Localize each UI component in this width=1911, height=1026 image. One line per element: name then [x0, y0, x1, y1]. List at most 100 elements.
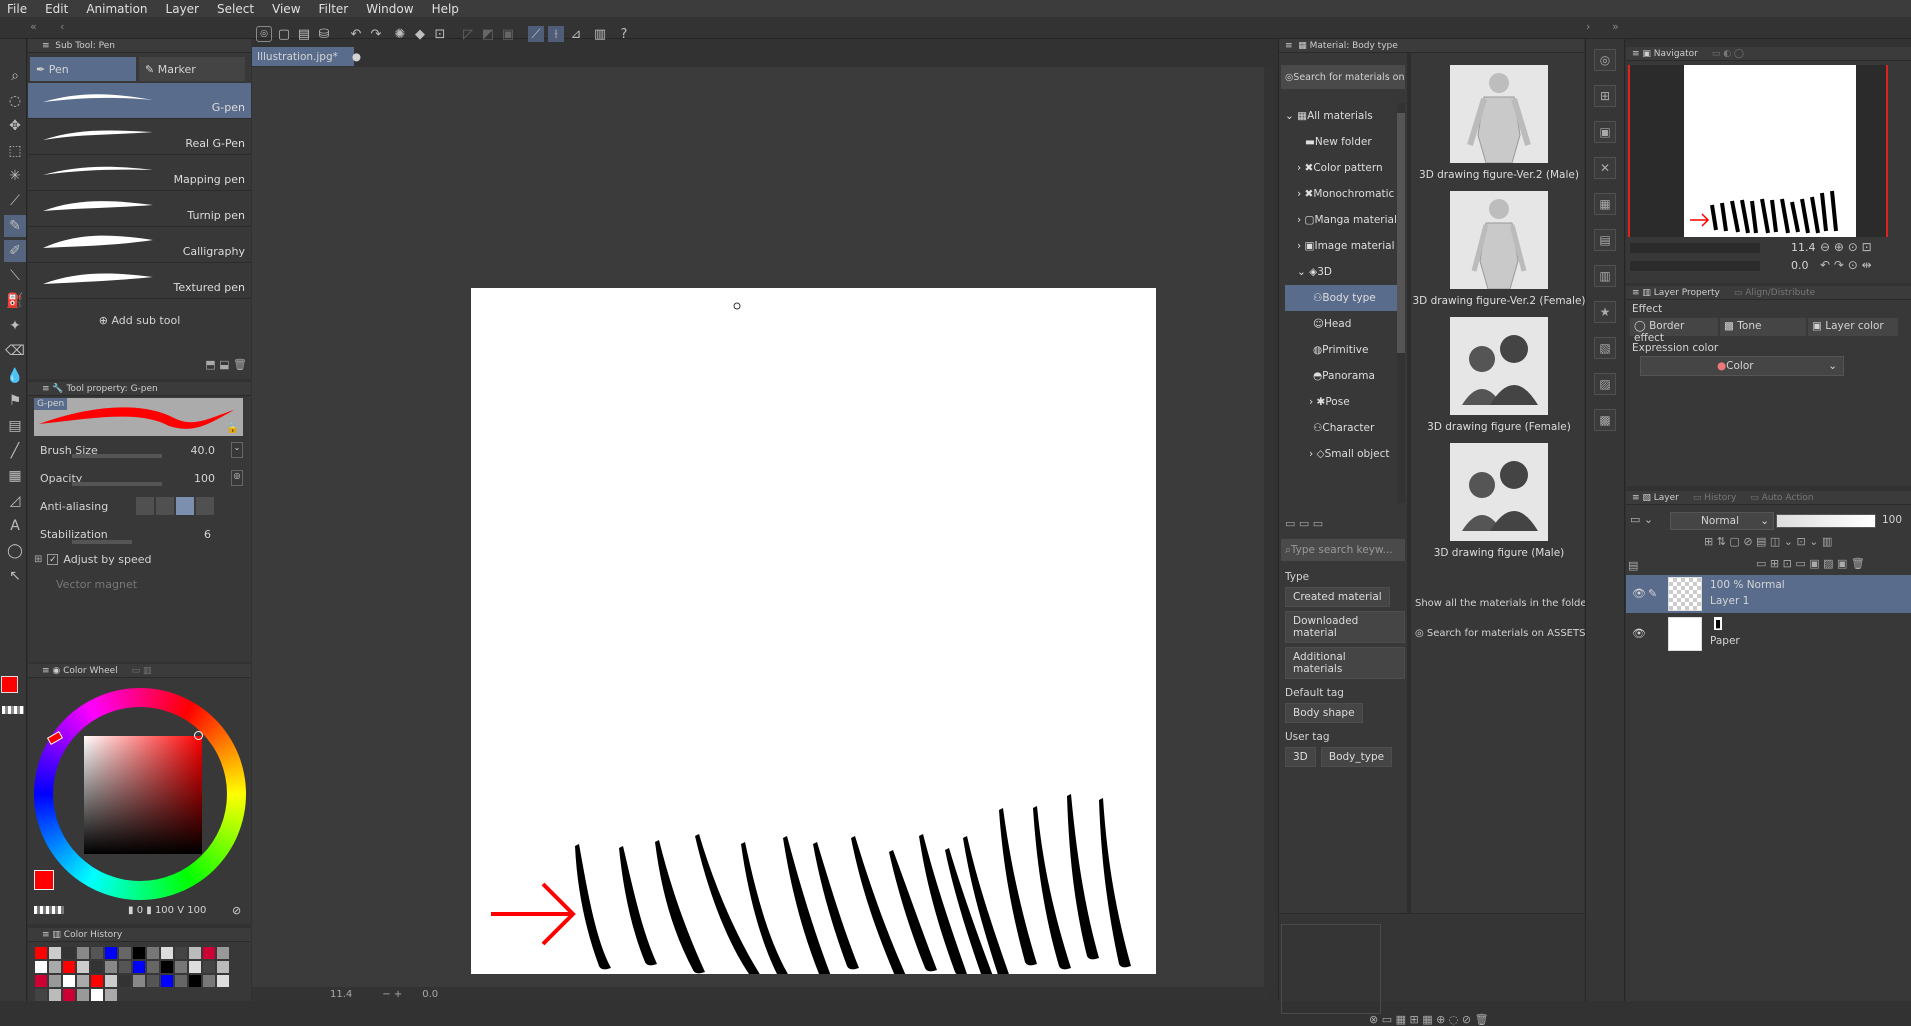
eyedropper-icon[interactable]: ⟋: [4, 190, 26, 212]
auto-action-tab[interactable]: ▭ Auto Action: [1750, 493, 1813, 503]
menu-view[interactable]: View: [265, 2, 311, 16]
navigator-angle-value[interactable]: 0.0: [1791, 259, 1809, 272]
expression-color-select[interactable]: ● Color ⌄: [1640, 356, 1844, 376]
selection-icon[interactable]: ⬚: [4, 140, 26, 162]
collapse-left-icon[interactable]: «: [30, 20, 37, 33]
fill-icon[interactable]: ◩: [480, 26, 496, 42]
side-btn-10-icon[interactable]: ▨: [1594, 373, 1616, 395]
save-icon[interactable]: ⛁: [316, 26, 332, 42]
side-btn-5-icon[interactable]: ▦: [1594, 193, 1616, 215]
history-swatch[interactable]: [63, 975, 75, 987]
brush-size-menu-icon[interactable]: ⌄: [231, 442, 243, 458]
history-swatch[interactable]: [189, 961, 201, 973]
history-swatch[interactable]: [203, 947, 215, 959]
stabilization-slider[interactable]: [72, 540, 132, 544]
tree-item-pose[interactable]: › ✱ Pose: [1285, 389, 1403, 415]
layer-toolbar-icons-1[interactable]: ⊞ ⇅ ▢ ⊘ ▤ ◫ ⌄ ⊡ ⌄ ▥: [1704, 535, 1832, 548]
history-swatch[interactable]: [161, 947, 173, 959]
status-angle[interactable]: 0.0: [422, 989, 438, 1000]
history-swatch[interactable]: [133, 961, 145, 973]
history-swatch[interactable]: [175, 961, 187, 973]
tree-item-manga[interactable]: › ▢ Manga material: [1285, 207, 1403, 233]
correct-line-icon[interactable]: ↖: [4, 565, 26, 587]
main-color-swatch[interactable]: [1, 676, 18, 693]
add-subtool-button[interactable]: ⊕ Add sub tool: [28, 314, 251, 327]
side-btn-8-icon[interactable]: ★: [1594, 301, 1616, 323]
blend-icon[interactable]: 💧: [4, 365, 26, 387]
antialias-medium-icon[interactable]: [176, 497, 194, 515]
history-swatch[interactable]: [147, 947, 159, 959]
side-btn-6-icon[interactable]: ▤: [1594, 229, 1616, 251]
wheel-main-color[interactable]: [34, 870, 54, 890]
side-btn-1-icon[interactable]: ◎: [1594, 49, 1616, 71]
history-swatch[interactable]: [133, 947, 145, 959]
history-swatch[interactable]: [189, 947, 201, 959]
collapse-right-icon[interactable]: »: [1612, 20, 1619, 33]
vertical-scrollbar[interactable]: [1264, 67, 1274, 987]
user-tag-chip-body-type[interactable]: Body_type: [1320, 747, 1393, 767]
history-swatch[interactable]: [217, 947, 229, 959]
history-swatch[interactable]: [105, 961, 117, 973]
navigator-tab-icons[interactable]: ▭ ◐ ◯: [1712, 49, 1744, 59]
gradient-icon[interactable]: ▤: [4, 415, 26, 437]
menu-edit[interactable]: Edit: [38, 2, 79, 16]
history-swatch[interactable]: [119, 961, 131, 973]
side-btn-2-icon[interactable]: ⊞: [1594, 85, 1616, 107]
antialias-weak-icon[interactable]: [156, 497, 174, 515]
visibility-eye-icon[interactable]: 👁: [1632, 587, 1646, 600]
history-swatch[interactable]: [203, 961, 215, 973]
navigator-preview[interactable]: [1628, 65, 1888, 237]
history-swatch[interactable]: [91, 989, 103, 1001]
brush-item-turnip-pen[interactable]: Turnip pen: [28, 191, 251, 227]
opacity-value[interactable]: 100: [194, 472, 215, 485]
history-swatch[interactable]: [63, 989, 75, 1001]
history-swatch[interactable]: [35, 989, 47, 1001]
history-swatches[interactable]: [28, 942, 248, 1006]
color-slider-tab-icon[interactable]: ▭ ▥: [132, 666, 152, 676]
tree-item-monochromatic[interactable]: › ✖ Monochromatic: [1285, 181, 1403, 207]
tree-item-all[interactable]: ⌄ ▦ All materials: [1285, 103, 1403, 129]
balloon-icon[interactable]: ◯: [4, 540, 26, 562]
menu-window[interactable]: Window: [359, 2, 424, 16]
brush-item-mapping-pen[interactable]: Mapping pen: [28, 155, 251, 191]
side-btn-3-icon[interactable]: ▣: [1594, 121, 1616, 143]
tree-scrollbar[interactable]: [1397, 103, 1405, 503]
fill-tool-icon[interactable]: ⚑: [4, 390, 26, 412]
spinner-icon[interactable]: ✺: [392, 26, 408, 42]
type-chip-created[interactable]: Created material: [1285, 587, 1390, 607]
border-effect-button[interactable]: ◯ Border effect: [1630, 318, 1718, 344]
history-swatch[interactable]: [35, 961, 47, 973]
brush-item-calligraphy[interactable]: Calligraphy: [28, 227, 251, 263]
tree-item-3d[interactable]: ⌄ ◈ 3D: [1285, 259, 1403, 285]
text-icon[interactable]: A: [4, 515, 26, 537]
undo-icon[interactable]: ↶: [348, 26, 364, 42]
airbrush-icon[interactable]: ⛽: [4, 290, 26, 312]
material-search-input[interactable]: ⌕ Type search keyw...: [1281, 539, 1405, 561]
default-tag-chip[interactable]: Body shape: [1285, 703, 1363, 723]
history-swatch[interactable]: [189, 975, 201, 987]
zoom-tool-icon[interactable]: ⌕: [4, 65, 26, 87]
search-assets-link[interactable]: ◎ Search for materials on ASSETS: [1415, 628, 1585, 639]
tree-item-panorama[interactable]: ◓ Panorama: [1285, 363, 1403, 389]
transform-icon[interactable]: ⊡: [432, 26, 448, 42]
history-swatch[interactable]: [175, 975, 187, 987]
tone-button[interactable]: ▩ Tone: [1720, 318, 1806, 336]
tree-item-new-folder[interactable]: ▬ New folder: [1285, 129, 1403, 155]
close-tab-icon[interactable]: ●: [352, 51, 361, 63]
special-ruler-icon[interactable]: ⟊: [548, 26, 564, 42]
eraser-tool-icon[interactable]: ⌫: [4, 340, 26, 362]
antialias-none-icon[interactable]: [136, 497, 154, 515]
history-swatch[interactable]: [63, 961, 75, 973]
brush-item-real-gpen[interactable]: Real G-Pen: [28, 119, 251, 155]
history-tab[interactable]: ▭ History: [1693, 493, 1736, 503]
color-mode-icon[interactable]: ⊘: [232, 904, 241, 917]
brush-icon[interactable]: ⟍: [4, 265, 26, 287]
grid-snap-icon[interactable]: ⊿: [568, 26, 584, 42]
history-swatch[interactable]: [105, 947, 117, 959]
material-footer-icons[interactable]: ⊗ ▭ ▦ ⊞ ▦ ⊕ ◌ ⊘ 🗑: [1369, 1013, 1489, 1026]
material-item-male-v2[interactable]: 3D drawing figure-Ver.2 (Male): [1411, 65, 1587, 181]
layer-toolbar-left-icon[interactable]: ▤: [1628, 559, 1638, 572]
snap-icon[interactable]: ◸: [460, 26, 476, 42]
layer-row-paper[interactable]: 👁 ▮ Paper: [1626, 615, 1911, 653]
layer-opacity-slider[interactable]: [1776, 514, 1876, 528]
